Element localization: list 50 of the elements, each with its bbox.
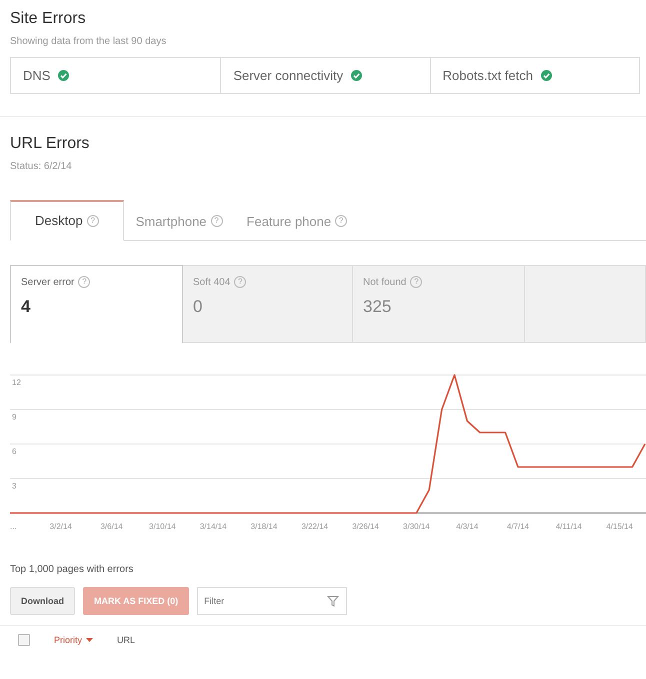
help-icon[interactable]: ? bbox=[78, 276, 90, 288]
help-icon[interactable]: ? bbox=[234, 276, 246, 288]
axis-label: 12 bbox=[12, 378, 21, 387]
help-icon[interactable]: ? bbox=[335, 215, 348, 227]
caret-icon bbox=[86, 638, 94, 642]
column-header[interactable]: URL bbox=[117, 635, 136, 645]
section-title: Site Errors bbox=[10, 10, 87, 28]
axis-label: 3/6/14 bbox=[100, 522, 123, 531]
axis-label: 4/3/14 bbox=[456, 522, 478, 531]
axis-label: 4/7/14 bbox=[506, 522, 530, 531]
axis-label: 3/22/14 bbox=[301, 522, 328, 531]
select-all-checkbox[interactable] bbox=[18, 634, 30, 646]
metric-card[interactable]: Soft 404 ? 0 bbox=[183, 265, 353, 343]
metric-label: Not found bbox=[363, 276, 406, 288]
metric-value: 325 bbox=[363, 297, 392, 317]
axis-label: 3/2/14 bbox=[50, 522, 72, 531]
axis-label: 3/26/14 bbox=[352, 522, 379, 531]
metric-label: Server error bbox=[21, 276, 74, 288]
status-label: DNS bbox=[23, 68, 50, 83]
metric-card[interactable]: Server error ? 4 bbox=[10, 265, 183, 343]
column-header[interactable]: Priority bbox=[54, 635, 94, 645]
axis-label: 9 bbox=[12, 412, 16, 422]
help-icon[interactable]: ? bbox=[210, 215, 223, 227]
metric-value: 4 bbox=[21, 297, 32, 317]
metric-label: Soft 404 bbox=[193, 276, 230, 288]
section-title: URL Errors bbox=[10, 135, 90, 153]
help-icon[interactable]: ? bbox=[86, 214, 99, 226]
help-icon[interactable]: ? bbox=[410, 276, 422, 288]
axis-label: 3/18/14 bbox=[250, 522, 278, 531]
tab[interactable]: Feature phone ? bbox=[234, 200, 360, 241]
axis-label: 6 bbox=[12, 447, 16, 456]
tab[interactable]: Smartphone ? bbox=[124, 200, 235, 241]
list-title: Top 1,000 pages with errors bbox=[10, 564, 134, 575]
metric-card[interactable]: Not found ? 325 bbox=[353, 265, 525, 343]
status-label: Robots.txt fetch bbox=[442, 68, 533, 83]
axis-label: 4/15/14 bbox=[606, 522, 633, 531]
axis-label: 3/14/14 bbox=[200, 522, 227, 531]
status-text: Status: 6/2/14 bbox=[10, 161, 73, 172]
axis-label: ... bbox=[10, 522, 17, 531]
filter-icon[interactable] bbox=[327, 595, 340, 607]
status-label: Server connectivity bbox=[233, 68, 344, 83]
axis-label: 3/30/14 bbox=[403, 522, 430, 531]
filter-field[interactable]: Filter bbox=[197, 587, 348, 615]
tab[interactable]: Desktop ? bbox=[10, 200, 124, 241]
download-button[interactable]: Download bbox=[10, 587, 75, 615]
axis-label: 3 bbox=[12, 482, 16, 490]
section-subtitle: Showing data from the last 90 days bbox=[10, 36, 168, 47]
axis-label: 4/11/14 bbox=[556, 522, 582, 531]
metric-value: 0 bbox=[193, 297, 204, 317]
axis-label: 3/10/14 bbox=[149, 522, 176, 531]
